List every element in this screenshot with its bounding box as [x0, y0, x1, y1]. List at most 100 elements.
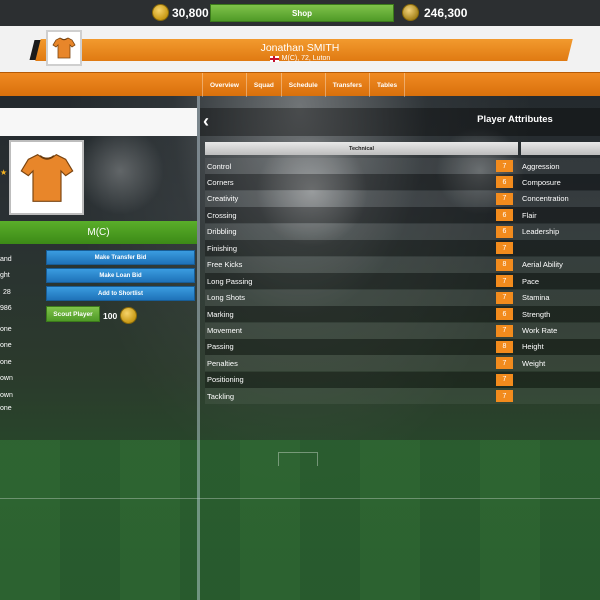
info-label: own — [0, 392, 13, 399]
technical-column-header: Technical — [205, 142, 518, 155]
attribute-name: Tackling — [207, 391, 235, 401]
trophy-icon — [402, 4, 419, 21]
attribute-name: Control — [207, 161, 232, 171]
make-loan-bid-button[interactable]: Make Loan Bid — [46, 268, 195, 283]
shop-button[interactable]: Shop — [210, 4, 394, 22]
info-label: one — [0, 405, 12, 412]
attribute-name-right: Flair — [522, 210, 537, 220]
scout-player-button[interactable]: Scout Player — [46, 306, 100, 322]
attribute-value: 6 — [496, 176, 513, 189]
attribute-name-right: Concentration — [522, 194, 569, 204]
attribute-row: Positioning 7 — [205, 371, 518, 388]
attribute-row-right: Leadership — [518, 223, 600, 240]
info-label: 986 — [0, 305, 12, 312]
attribute-name: Long Passing — [207, 276, 253, 286]
info-label: and — [0, 256, 12, 263]
scout-cost: 100 — [103, 307, 138, 324]
attribute-row-right: Stamina — [518, 289, 600, 306]
top-bar: 30,800 Shop 246,300 — [0, 0, 600, 26]
attribute-name: Crossing — [207, 210, 237, 220]
attribute-row: Long Shots 7 — [205, 289, 518, 306]
attribute-row-right: Flair — [518, 207, 600, 224]
player-header: Jonathan SMITH M(C), 72, Luton — [0, 26, 600, 72]
tab-schedule[interactable]: Schedule — [282, 73, 326, 97]
attribute-value: 6 — [496, 308, 513, 321]
attribute-row: Movement 7 — [205, 322, 518, 339]
attribute-row-right: Height — [518, 338, 600, 355]
attribute-row: Finishing 7 — [205, 240, 518, 257]
attribute-row-right — [518, 371, 600, 388]
star-icon: ★ — [0, 168, 8, 177]
attribute-name-right: Stamina — [522, 293, 550, 303]
left-panel-header — [0, 108, 197, 136]
attribute-row-right: Work Rate — [518, 322, 600, 339]
attribute-value: 6 — [496, 225, 513, 238]
chevron-left-icon[interactable]: ‹ — [203, 111, 209, 132]
attribute-row: Marking 6 — [205, 306, 518, 323]
info-label: 28 — [3, 289, 11, 296]
scout-cost-value: 100 — [103, 310, 118, 321]
attribute-row-right: Aggression — [518, 158, 600, 174]
pitch-goal — [278, 452, 318, 466]
attribute-row: Control 7 — [205, 158, 518, 174]
large-shirt-icon — [20, 153, 73, 202]
attribute-row-right: Aerial Ability — [518, 256, 600, 273]
attribute-value: 8 — [496, 340, 513, 353]
player-name: Jonathan SMITH — [260, 42, 340, 54]
player-shirt-image — [9, 140, 84, 215]
main-nav: Overview Squad Schedule Transfers Tables — [0, 72, 600, 97]
attribute-value: 7 — [496, 324, 513, 337]
attribute-name: Dribbling — [207, 227, 237, 237]
attribute-name: Creativity — [207, 194, 239, 204]
attribute-row: Free Kicks 8 — [205, 256, 518, 273]
attribute-value: 7 — [496, 160, 513, 172]
attribute-value: 8 — [496, 258, 513, 271]
coin-icon — [120, 307, 138, 324]
attribute-value: 7 — [496, 390, 513, 403]
make-transfer-bid-button[interactable]: Make Transfer Bid — [46, 250, 195, 265]
position-bar: M(C) — [0, 221, 197, 244]
attribute-name: Corners — [207, 177, 234, 187]
attributes-title: Player Attributes — [477, 114, 553, 125]
info-label: ght — [0, 272, 10, 279]
attribute-name: Marking — [207, 309, 234, 319]
attribute-value: 7 — [496, 275, 513, 288]
cash-value: 246,300 — [424, 5, 468, 20]
attribute-row-right: Composure — [518, 174, 600, 191]
attribute-row-right — [518, 388, 600, 405]
attribute-value: 7 — [496, 357, 513, 370]
attribute-row: Creativity 7 — [205, 190, 518, 207]
mental-column-header — [521, 142, 600, 155]
attribute-row: Corners 6 — [205, 174, 518, 191]
attribute-name: Penalties — [207, 358, 238, 368]
add-to-shortlist-button[interactable]: Add to Shortlist — [46, 286, 195, 301]
attribute-row: Dribbling 6 — [205, 223, 518, 240]
attribute-row: Crossing 6 — [205, 207, 518, 224]
tab-overview[interactable]: Overview — [202, 73, 247, 97]
attribute-row: Long Passing 7 — [205, 273, 518, 290]
tab-squad[interactable]: Squad — [247, 73, 282, 97]
tab-tables[interactable]: Tables — [370, 73, 406, 97]
tab-transfers[interactable]: Transfers — [326, 73, 370, 97]
coins-value: 30,800 — [172, 5, 209, 20]
player-position-age-club: M(C), 72, Luton — [281, 55, 331, 62]
attribute-value: 7 — [496, 192, 513, 205]
attribute-name: Long Shots — [207, 293, 245, 303]
attribute-row: Penalties 7 — [205, 355, 518, 372]
attribute-name-right: Work Rate — [522, 326, 558, 335]
attribute-name: Finishing — [207, 243, 238, 253]
cash-display: 246,300 — [402, 4, 467, 21]
attribute-name-right: Aerial Ability — [522, 260, 563, 270]
attribute-row: Tackling 7 — [205, 388, 518, 405]
attribute-name-right: Leadership — [522, 227, 560, 237]
coins-display: 30,800 — [152, 4, 209, 21]
attribute-row-right: Weight — [518, 355, 600, 372]
attribute-name: Passing — [207, 342, 234, 352]
attribute-name: Movement — [207, 326, 243, 335]
attribute-name-right: Aggression — [522, 161, 560, 171]
attribute-name: Free Kicks — [207, 260, 243, 270]
attribute-row-right: Strength — [518, 306, 600, 323]
shirt-icon — [52, 37, 76, 59]
club-shirt-thumbnail — [46, 30, 82, 66]
attribute-name: Positioning — [207, 375, 244, 385]
